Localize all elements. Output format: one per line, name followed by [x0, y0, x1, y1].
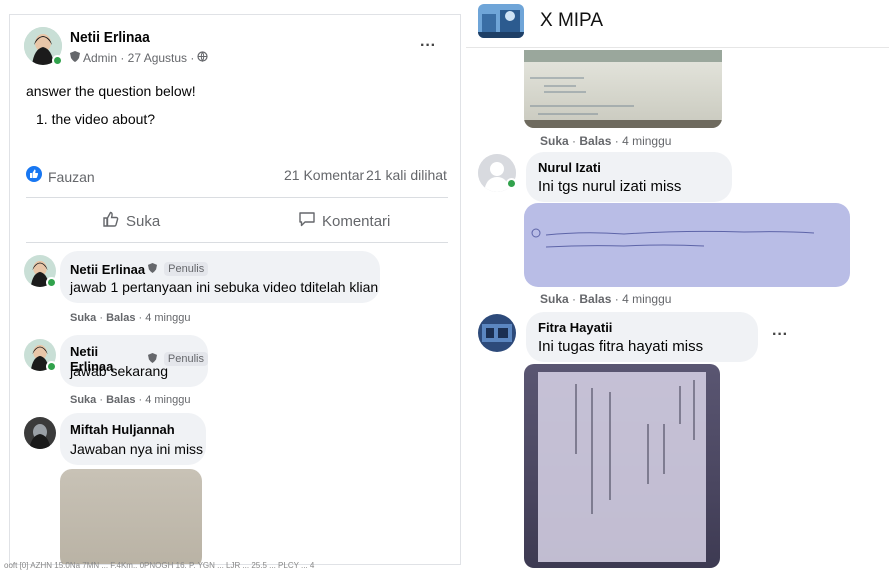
view-count: 21 kali dilihat — [366, 167, 447, 183]
comment-bubble: Netii Erlinaa Penulis jawab sekarang — [60, 335, 208, 387]
comment-reply-link[interactable]: Balas — [579, 292, 611, 306]
author-badge: Penulis — [163, 352, 208, 366]
reaction-summary[interactable]: Fauzan — [26, 166, 95, 187]
comment-reply-link[interactable]: Balas — [106, 312, 135, 324]
reactor-name: Fauzan — [48, 168, 95, 185]
comment-actions: Suka · Balas · 4 minggu — [70, 394, 191, 406]
online-status-dot — [506, 178, 517, 189]
comment-author[interactable]: Netii Erlinaa — [70, 262, 145, 277]
comment-actions: Suka · Balas · 4 minggu — [540, 292, 672, 306]
commenter-avatar[interactable] — [24, 417, 56, 449]
comment-bubble: Netii Erlinaa Penulis jawab 1 pertanyaan… — [60, 251, 380, 303]
comment-author[interactable]: Nurul Izati — [538, 160, 601, 175]
admin-shield-icon — [70, 51, 80, 65]
comment-actions: Suka · Balas · 4 minggu — [70, 312, 191, 324]
attached-photo[interactable] — [524, 203, 850, 287]
comment-bubble: Miftah Huljannah Jawaban nya ini miss — [60, 413, 206, 465]
comment-like-link[interactable]: Suka — [540, 134, 569, 148]
comment-button[interactable]: Komentari — [298, 210, 390, 233]
comment-author[interactable]: Miftah Huljannah — [70, 422, 175, 437]
group-header: X MIPA — [466, 0, 889, 48]
comment-icon — [298, 210, 316, 233]
online-status-dot — [46, 361, 57, 372]
right-comments-panel: X MIPA Suka · Balas · 4 minggu Nurul Iza… — [466, 0, 889, 571]
comment-bubble: Fitra Hayatii Ini tugas fitra hayati mis… — [526, 312, 758, 362]
comment-like-link[interactable]: Suka — [70, 394, 96, 406]
commenter-avatar[interactable] — [478, 314, 516, 352]
post-author-name[interactable]: Netii Erlinaa — [70, 29, 150, 46]
comment-reply-link[interactable]: Balas — [106, 394, 135, 406]
post-text-line1: answer the question below! — [26, 83, 196, 99]
garbled-footer-text: ooft [0] AZHN 15.0Na 7MN ... F.4Km.. 0PN… — [4, 561, 315, 570]
left-post-panel: Netii Erlinaa Admin · 27 Agustus · ··· a… — [9, 14, 461, 565]
post-meta: Admin · 27 Agustus · — [70, 51, 208, 65]
comment-actions: Suka · Balas · 4 minggu — [540, 134, 672, 148]
comment-text: jawab sekarang — [70, 363, 169, 379]
group-icon[interactable] — [478, 4, 524, 38]
comment-text: jawab 1 pertanyaan ini sebuka video tdit… — [70, 279, 379, 295]
shield-icon — [148, 260, 158, 278]
comment-count[interactable]: 21 Komentar — [284, 167, 364, 183]
post-more-button[interactable]: ··· — [420, 37, 436, 55]
attached-photo[interactable] — [524, 364, 720, 568]
online-status-dot — [46, 277, 57, 288]
comment-like-link[interactable]: Suka — [540, 292, 569, 306]
comment-author[interactable]: Fitra Hayatii — [538, 320, 612, 335]
like-reaction-icon — [26, 166, 42, 187]
comment-more-button[interactable]: ··· — [772, 326, 788, 344]
comment-bubble: Nurul Izati Ini tgs nurul izati miss — [526, 152, 732, 202]
globe-icon — [197, 51, 208, 65]
comment-reply-link[interactable]: Balas — [579, 134, 611, 148]
divider — [26, 197, 448, 198]
author-badge: Penulis — [164, 262, 209, 276]
thumbs-up-icon — [102, 210, 120, 233]
like-button[interactable]: Suka — [102, 210, 160, 233]
comment-text: Ini tugas fitra hayati miss — [538, 338, 704, 355]
comment-text: Ini tgs nurul izati miss — [538, 178, 682, 195]
attached-photo[interactable] — [60, 469, 202, 564]
attached-photo[interactable] — [524, 50, 722, 128]
comment-like-link[interactable]: Suka — [70, 312, 96, 324]
divider — [26, 242, 448, 243]
online-status-dot — [52, 55, 63, 66]
comment-text: Jawaban nya ini miss — [70, 441, 204, 457]
post-text-line2: 1. the video about? — [36, 111, 156, 127]
group-title[interactable]: X MIPA — [540, 10, 603, 32]
